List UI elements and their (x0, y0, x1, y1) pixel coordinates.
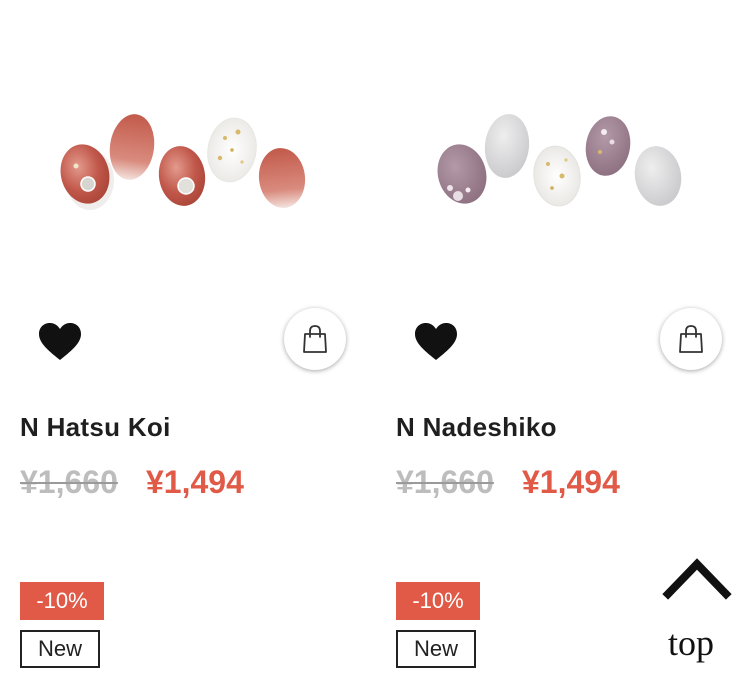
discount-badge: -10% (20, 582, 104, 620)
product-name[interactable]: N Hatsu Koi (20, 412, 171, 443)
new-badge: New (396, 630, 476, 668)
product-image[interactable] (396, 0, 736, 300)
product-card[interactable]: N Hatsu Koi ¥1,660 ¥1,494 -10% New (20, 0, 360, 692)
sale-price: ¥1,494 (522, 464, 620, 500)
shopping-bag-icon (679, 325, 703, 353)
chevron-up-icon (662, 558, 732, 600)
top-label: top (668, 623, 715, 663)
product-name[interactable]: N Nadeshiko (396, 412, 557, 443)
original-price: ¥1,660 (396, 464, 494, 500)
add-to-cart-button[interactable] (284, 308, 346, 370)
scroll-to-top-button[interactable]: top (658, 556, 738, 666)
sale-price: ¥1,494 (146, 464, 244, 500)
add-to-cart-button[interactable] (660, 308, 722, 370)
shopping-bag-icon (303, 325, 327, 353)
new-badge: New (20, 630, 100, 668)
product-image[interactable] (20, 0, 360, 300)
heart-icon[interactable] (38, 322, 82, 362)
heart-icon[interactable] (414, 322, 458, 362)
discount-badge: -10% (396, 582, 480, 620)
original-price: ¥1,660 (20, 464, 118, 500)
